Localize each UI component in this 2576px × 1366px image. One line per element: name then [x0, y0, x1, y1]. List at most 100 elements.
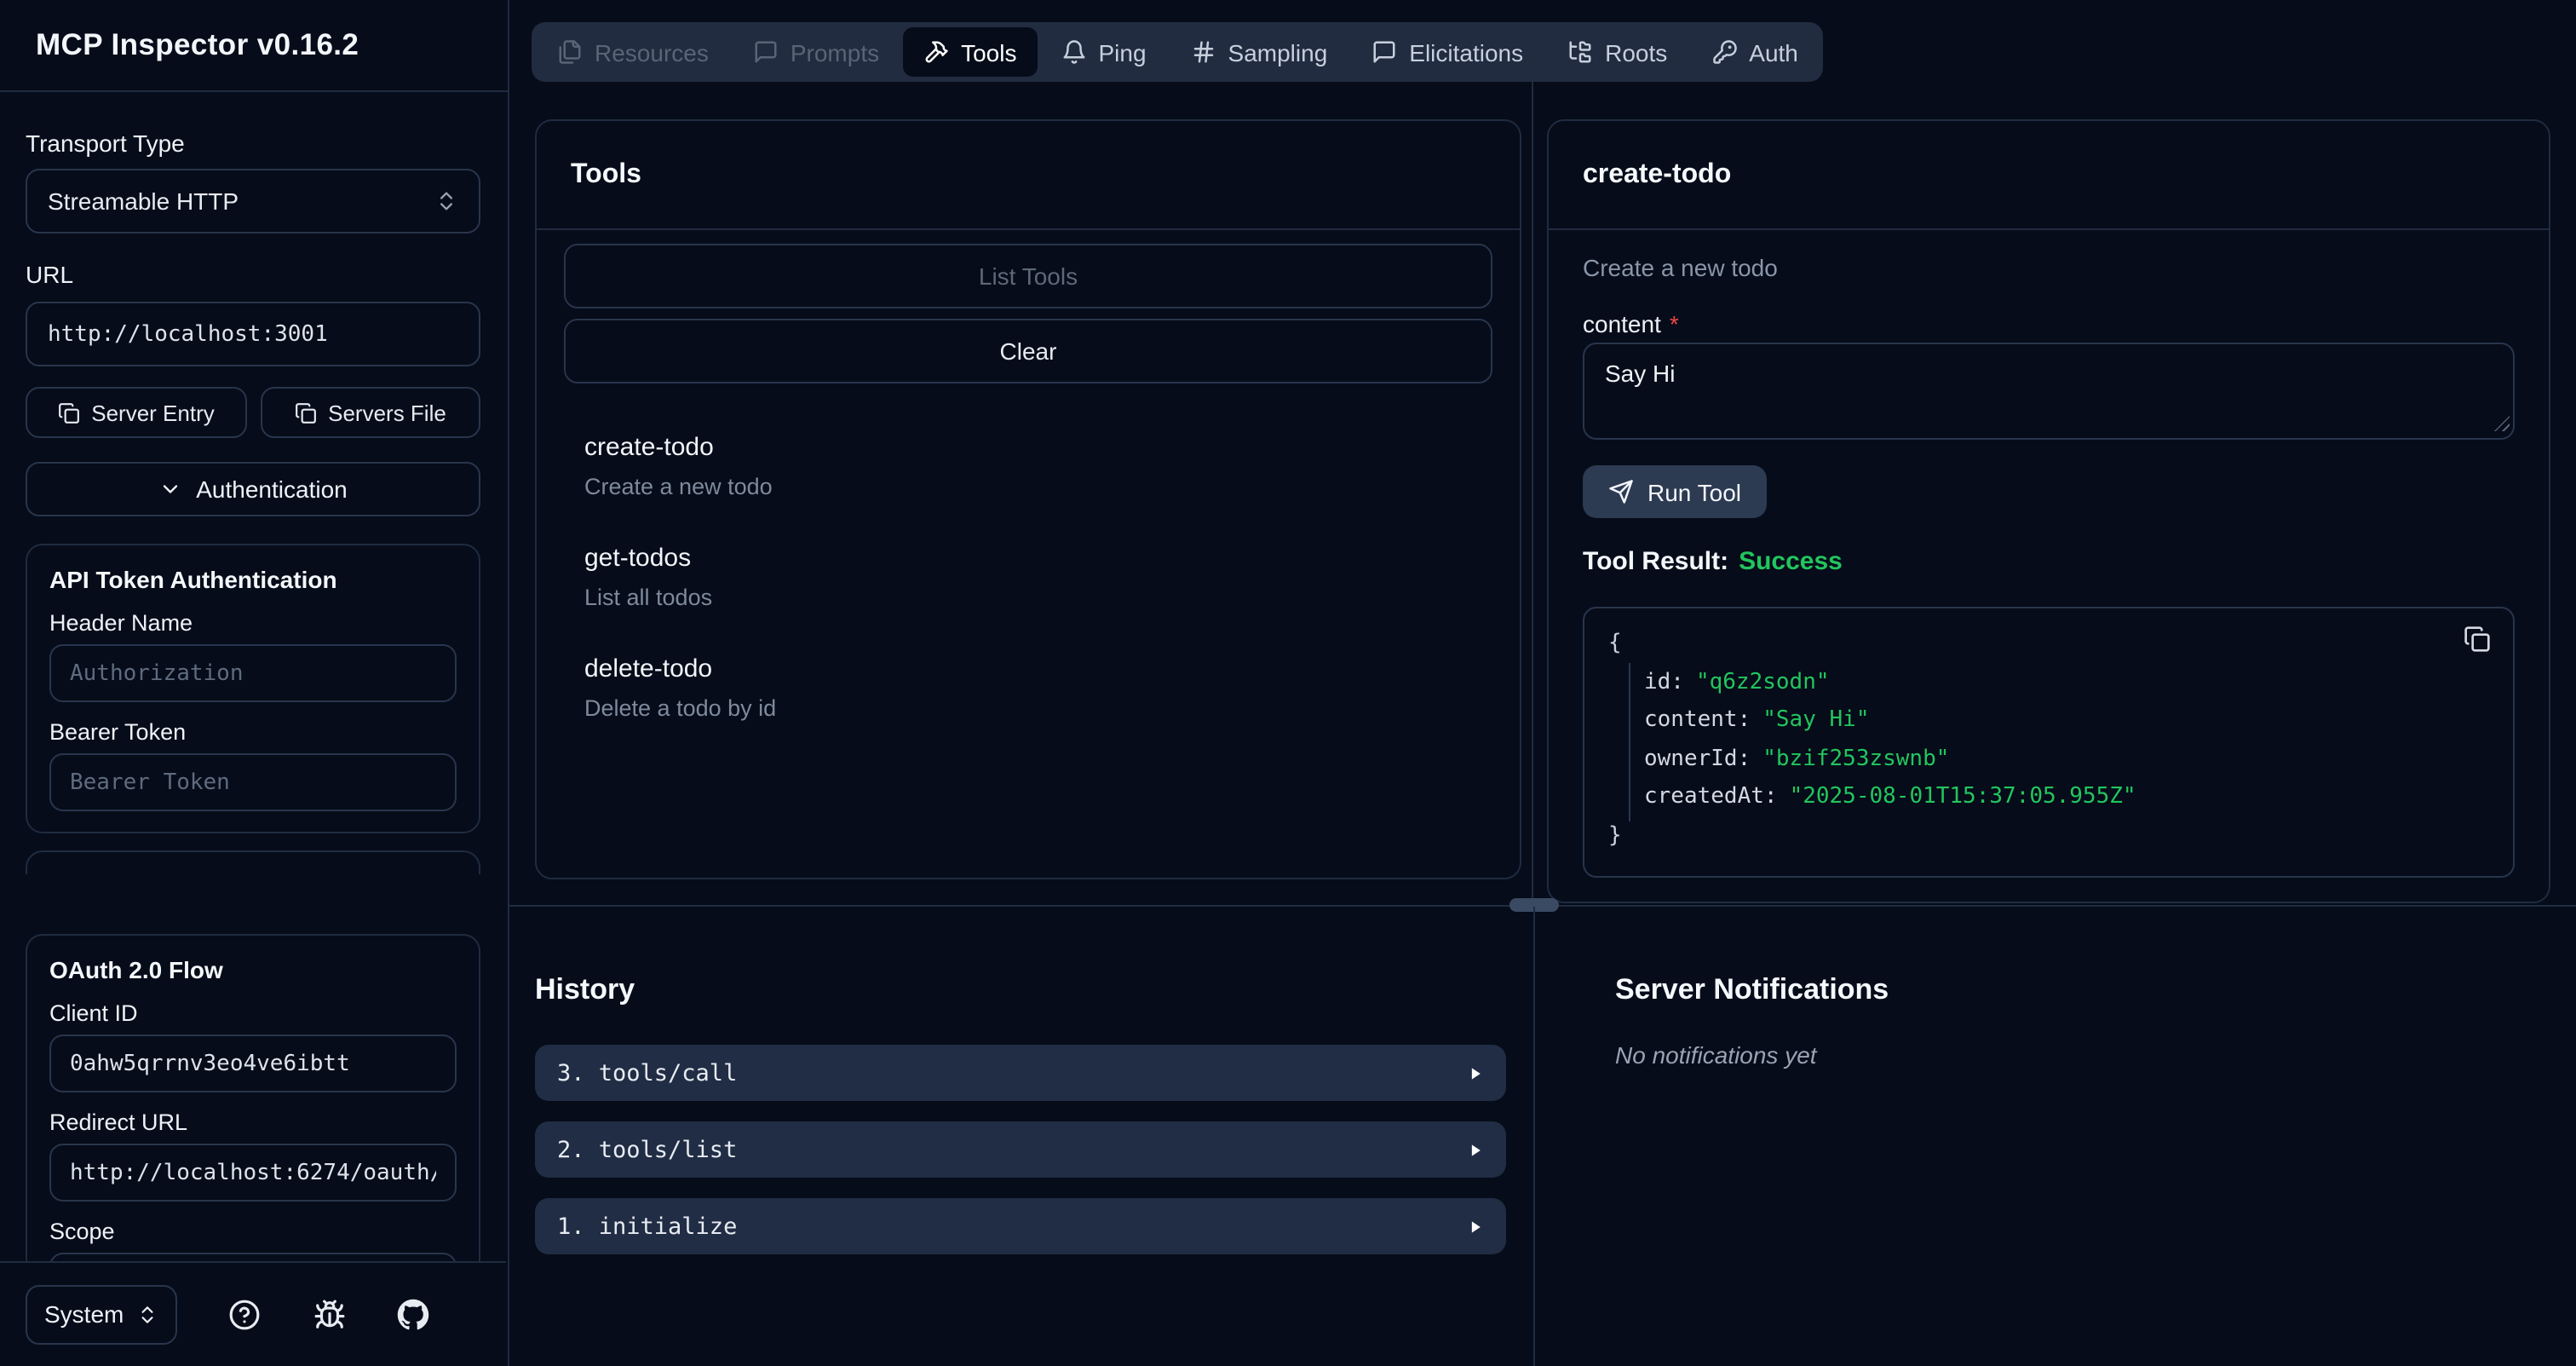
theme-select[interactable]: System	[26, 1285, 177, 1345]
expand-play-icon	[1467, 1218, 1484, 1235]
tools-panel-header: Tools	[537, 121, 1520, 230]
vertical-splitter-bottom[interactable]	[1533, 907, 1535, 1366]
url-label: URL	[26, 262, 480, 288]
transport-type-label: Transport Type	[26, 131, 480, 157]
hammer-icon	[923, 39, 949, 65]
history-row-tools-call[interactable]: 3. tools/call	[535, 1045, 1506, 1101]
json-value: "q6z2sodn"	[1696, 669, 1830, 695]
history-row-tools-list[interactable]: 2. tools/list	[535, 1121, 1506, 1178]
files-icon	[557, 39, 583, 65]
json-close-brace: }	[1608, 817, 2489, 856]
header-name-input[interactable]	[49, 644, 457, 702]
help-button[interactable]	[229, 1299, 262, 1331]
json-indent-guide	[1629, 663, 1630, 821]
bearer-token-label: Bearer Token	[49, 719, 457, 745]
content-field-label: content*	[1583, 312, 2515, 336]
tab-sampling[interactable]: Sampling	[1170, 27, 1348, 77]
json-row: ownerId: "bzif253zswnb"	[1608, 741, 2489, 779]
tool-description: Delete a todo by id	[584, 694, 1472, 723]
tab-tools[interactable]: Tools	[903, 27, 1037, 77]
vertical-splitter-top[interactable]	[1532, 82, 1533, 905]
redirect-url-label: Redirect URL	[49, 1110, 457, 1135]
tool-description: Create a new todo	[584, 472, 1472, 501]
tab-bar: Resources Prompts Tools Ping Sampling El…	[532, 22, 1824, 82]
tool-description: List all todos	[584, 583, 1472, 612]
oauth-title: OAuth 2.0 Flow	[49, 956, 457, 983]
json-value: "bzif253zswnb"	[1762, 746, 1949, 771]
tab-ping[interactable]: Ping	[1040, 27, 1166, 77]
message-square-icon	[1371, 39, 1397, 65]
run-tool-label: Run Tool	[1647, 478, 1741, 505]
expand-play-icon	[1467, 1064, 1484, 1081]
json-key: createdAt:	[1644, 784, 1778, 810]
history-row-label: 3. tools/call	[557, 1059, 737, 1086]
server-notifications-panel: Server Notifications No notifications ye…	[1615, 948, 2542, 1069]
tool-detail-body: Create a new todo content* Say Hi Run To…	[1549, 230, 2549, 878]
sidebar: MCP Inspector v0.16.2 Transport Type Str…	[0, 0, 509, 1366]
tab-label: Auth	[1749, 38, 1798, 66]
json-key: id:	[1644, 669, 1684, 695]
tool-item-get-todos[interactable]: get-todos List all todos	[584, 542, 1472, 612]
json-row: content:"Say Hi"	[1608, 702, 2489, 741]
clear-button[interactable]: Clear	[564, 319, 1492, 383]
tab-label: Resources	[595, 38, 709, 66]
json-key: ownerId:	[1644, 746, 1751, 771]
history-row-initialize[interactable]: 1. initialize	[535, 1198, 1506, 1254]
tool-name: create-todo	[584, 431, 1472, 464]
tool-detail-panel: create-todo Create a new todo content* S…	[1547, 119, 2550, 903]
tab-label: Sampling	[1228, 38, 1328, 66]
tool-name: get-todos	[584, 542, 1472, 574]
api-token-title: API Token Authentication	[49, 566, 457, 593]
tab-elicitations[interactable]: Elicitations	[1351, 27, 1544, 77]
server-entry-button[interactable]: Server Entry	[26, 387, 246, 438]
tools-panel-title: Tools	[571, 159, 641, 190]
content-textarea[interactable]: Say Hi	[1583, 343, 2515, 440]
tab-roots[interactable]: Roots	[1547, 27, 1688, 77]
tool-detail-title: create-todo	[1583, 159, 1731, 190]
tool-result-json: { id: "q6z2sodn" content:"Say Hi" ownerId…	[1583, 607, 2515, 878]
json-open-brace: {	[1608, 625, 2489, 664]
oauth-card: OAuth 2.0 Flow Client ID Redirect URL Sc…	[26, 934, 480, 1261]
message-square-icon	[753, 39, 779, 65]
copy-result-button[interactable]	[2464, 625, 2491, 653]
url-input[interactable]	[26, 302, 480, 366]
tab-prompts[interactable]: Prompts	[733, 27, 900, 77]
github-icon	[397, 1299, 429, 1331]
authentication-toggle[interactable]: Authentication	[26, 462, 480, 516]
tool-item-create-todo[interactable]: create-todo Create a new todo	[584, 431, 1472, 501]
tool-item-delete-todo[interactable]: delete-todo Delete a todo by id	[584, 653, 1472, 723]
scope-input[interactable]	[49, 1253, 457, 1261]
key-icon	[1711, 39, 1737, 65]
tab-resources[interactable]: Resources	[537, 27, 729, 77]
chevrons-up-down-icon	[136, 1304, 158, 1326]
servers-file-label: Servers File	[328, 400, 446, 425]
history-list: 3. tools/call 2. tools/list 1. initializ…	[535, 1045, 1506, 1254]
transport-type-select[interactable]: Streamable HTTP	[26, 169, 480, 233]
sidebar-header: MCP Inspector v0.16.2	[0, 0, 508, 92]
history-title: History	[535, 971, 1506, 1007]
tab-auth[interactable]: Auth	[1691, 27, 1819, 77]
theme-value: System	[44, 1301, 124, 1329]
bearer-token-input[interactable]	[49, 753, 457, 811]
list-tools-button[interactable]: List Tools	[564, 244, 1492, 308]
app-title: MCP Inspector v0.16.2	[36, 27, 359, 63]
tool-name: delete-todo	[584, 653, 1472, 685]
scope-label: Scope	[49, 1219, 457, 1244]
json-value: "Say Hi"	[1762, 707, 1869, 733]
copy-icon	[57, 401, 79, 424]
redirect-url-input[interactable]	[49, 1144, 457, 1202]
required-asterisk: *	[1670, 310, 1679, 337]
client-id-input[interactable]	[49, 1035, 457, 1092]
server-entry-label: Server Entry	[91, 400, 215, 425]
expand-play-icon	[1467, 1141, 1484, 1158]
servers-file-button[interactable]: Servers File	[260, 387, 480, 438]
tools-panel: Tools List Tools Clear create-todo Creat…	[535, 119, 1521, 879]
server-config-buttons: Server Entry Servers File	[26, 387, 480, 438]
history-row-label: 1. initialize	[557, 1213, 737, 1240]
tab-label: Elicitations	[1409, 38, 1523, 66]
tools-panel-body: List Tools Clear create-todo Create a ne…	[537, 230, 1520, 723]
run-tool-button[interactable]: Run Tool	[1583, 465, 1767, 518]
github-button[interactable]	[397, 1299, 429, 1331]
debug-button[interactable]	[313, 1299, 345, 1331]
bug-icon	[313, 1299, 345, 1331]
